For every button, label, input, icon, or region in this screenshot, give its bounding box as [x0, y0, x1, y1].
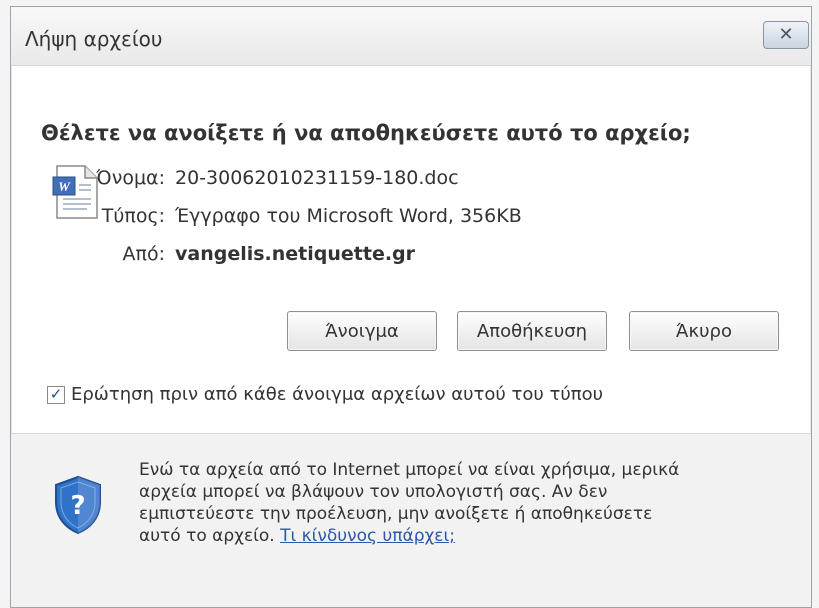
checkmark-icon: ✓	[49, 385, 63, 403]
ask-before-open-label[interactable]: Ερώτηση πριν από κάθε άνοιγμα αρχείων αυ…	[71, 384, 603, 405]
dialog-title: Λήψη αρχείου	[25, 27, 163, 51]
file-type-value: Έγγραφο του Microsoft Word, 356KB	[175, 205, 522, 227]
file-name-value: 20-30062010231159-180.doc	[175, 167, 459, 189]
file-source-label: Από:	[122, 243, 165, 265]
dialog-question: Θέλετε να ανοίξετε ή να αποθηκεύσετε αυτ…	[41, 121, 691, 145]
open-button[interactable]: Άνοιγμα	[287, 311, 437, 351]
warning-line-2: αρχεία μπορεί να βλάψουν τον υπολογιστή …	[139, 482, 608, 502]
ask-before-open-checkbox[interactable]: ✓	[47, 385, 65, 404]
save-button[interactable]: Αποθήκευση	[457, 311, 607, 351]
close-icon: ✕	[778, 24, 794, 45]
shield-question-icon: ?	[55, 475, 101, 535]
file-download-dialog: Λήψη αρχείου ✕ Θέλετε να ανοίξετε ή να α…	[10, 6, 812, 608]
warning-line-4-text: αυτό το αρχείο.	[139, 526, 275, 546]
title-bar: Λήψη αρχείου ✕	[11, 7, 811, 66]
file-source-value: vangelis.netiquette.gr	[175, 243, 416, 265]
security-warning-text: Ενώ τα αρχεία από το Internet μπορεί να …	[139, 459, 779, 547]
file-name-label: Όνομα:	[96, 167, 165, 189]
ask-before-open-option[interactable]: ✓ Ερώτηση πριν από κάθε άνοιγμα αρχείων …	[47, 384, 603, 405]
warning-line-1: Ενώ τα αρχεία από το Internet μπορεί να …	[139, 460, 680, 480]
risk-info-link[interactable]: Τι κίνδυνος υπάρχει;	[280, 526, 455, 546]
warning-line-4: αυτό το αρχείο. Τι κίνδυνος υπάρχει;	[139, 525, 779, 547]
file-type-label: Τύπος:	[101, 205, 165, 227]
warning-line-3: εμπιστεύεστε την προέλευση, μην ανοίξετε…	[139, 504, 653, 524]
cancel-button[interactable]: Άκυρο	[629, 311, 779, 351]
svg-text:?: ?	[70, 491, 85, 521]
close-button[interactable]: ✕	[763, 21, 809, 49]
